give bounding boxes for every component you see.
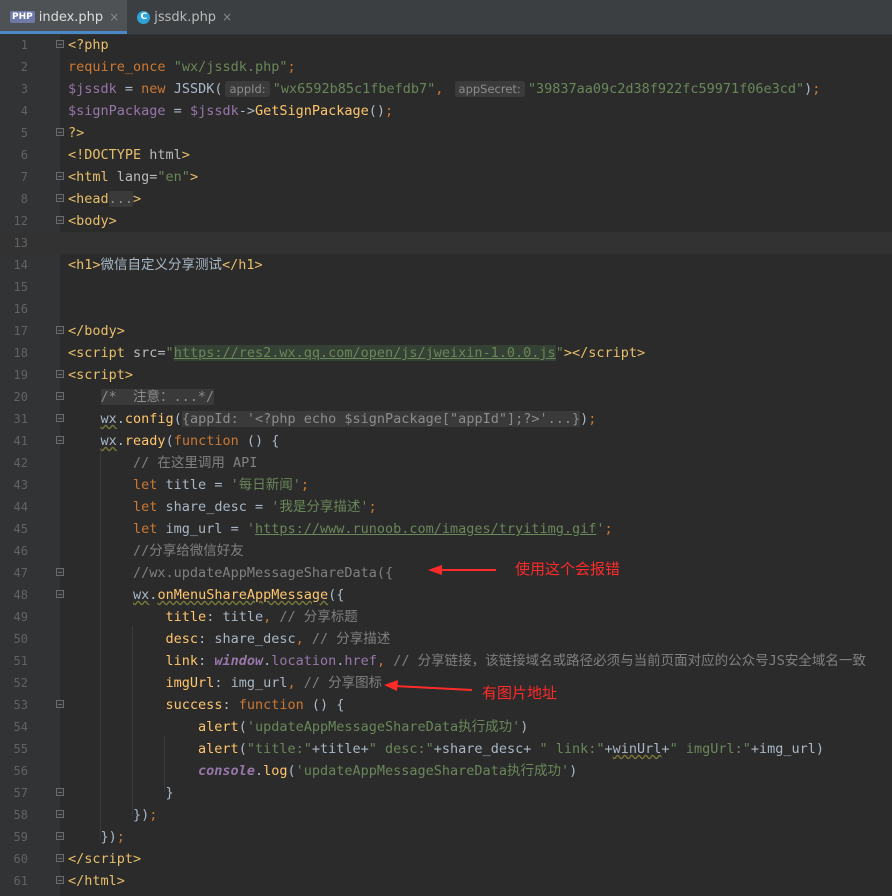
arrow-icon (428, 565, 496, 575)
annotation-image-note: 有图片地址 (482, 684, 558, 702)
annotation-arrows (384, 565, 496, 691)
annotation-error-note: 使用这个会报错 (515, 560, 621, 578)
arrow-icon (384, 680, 473, 691)
